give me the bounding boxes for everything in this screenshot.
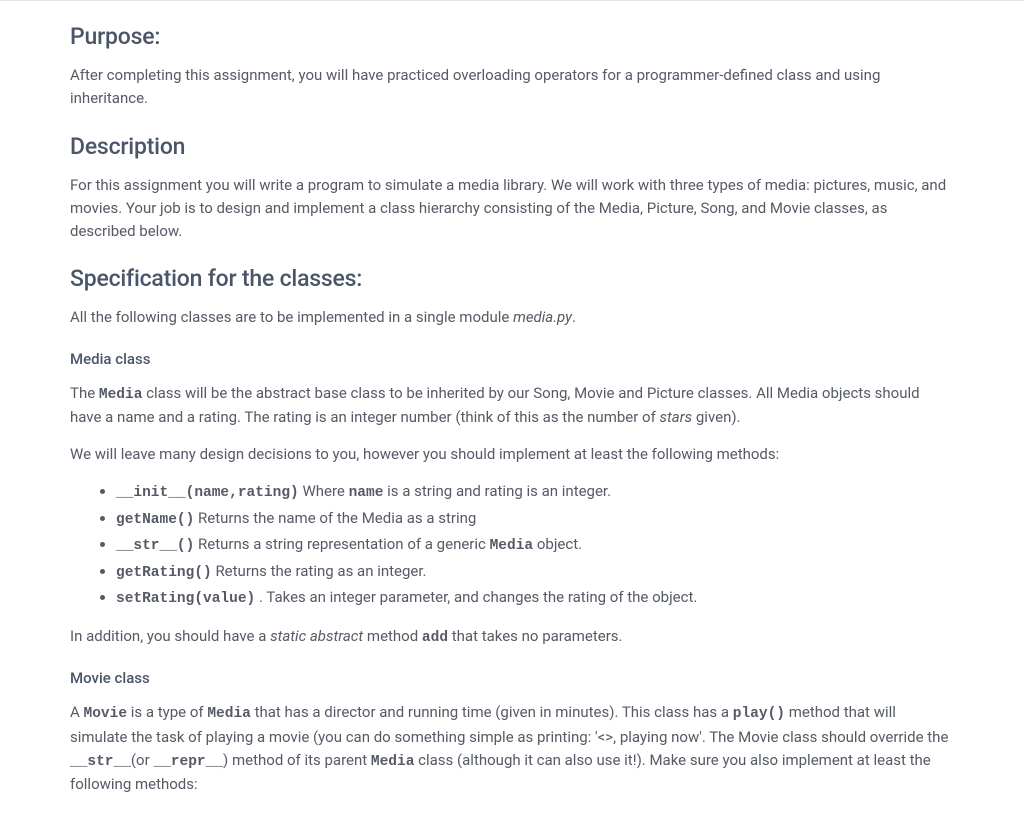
text: (or — [131, 751, 154, 769]
text: Returns a string representation of a gen… — [194, 535, 489, 553]
methods-list: __init__(name,rating) Where name is a st… — [70, 480, 954, 610]
code-param: name — [349, 485, 384, 501]
text: Returns the rating as an integer. — [212, 562, 427, 580]
text: is a string and rating is an integer. — [383, 482, 611, 500]
list-item: getName() Returns the name of the Media … — [116, 507, 954, 531]
em-stars: stars — [660, 408, 693, 426]
code-param: Media — [490, 538, 534, 554]
list-item: __str__() Returns a string representatio… — [116, 533, 954, 557]
text: given). — [692, 408, 740, 426]
heading-description: Description — [70, 133, 954, 160]
media-class-paragraph-3: In addition, you should have a static ab… — [70, 625, 954, 649]
list-item: __init__(name,rating) Where name is a st… — [116, 480, 954, 504]
document-page: Purpose: After completing this assignmen… — [0, 0, 1024, 831]
specification-paragraph: All the following classes are to be impl… — [70, 306, 954, 329]
heading-media-class: Media class — [70, 350, 954, 368]
text: object. — [533, 535, 582, 553]
heading-purpose: Purpose: — [70, 23, 954, 50]
text: that has a director and running time (gi… — [251, 703, 733, 721]
description-paragraph: For this assignment you will write a pro… — [70, 174, 954, 244]
list-item: getRating() Returns the rating as an int… — [116, 560, 954, 584]
text: that takes no parameters. — [448, 627, 622, 645]
media-class-paragraph-2: We will leave many design decisions to y… — [70, 443, 954, 466]
code-str: __str__ — [70, 754, 131, 770]
heading-movie-class: Movie class — [70, 669, 954, 687]
code-method: setRating(value) — [116, 591, 255, 607]
text: method — [363, 627, 422, 645]
code-media: Media — [371, 754, 415, 770]
text: Where — [299, 482, 349, 500]
em-static-abstract: static abstract — [270, 627, 363, 645]
media-class-paragraph-1: The Media class will be the abstract bas… — [70, 382, 954, 430]
text: All the following classes are to be impl… — [70, 308, 513, 326]
text: class will be the abstract base class to… — [70, 384, 920, 426]
code-method: getName() — [116, 512, 194, 528]
code-repr: __repr__ — [153, 754, 223, 770]
code-method: getRating() — [116, 565, 212, 581]
module-name: media.py — [513, 308, 572, 326]
text: ) method of its parent — [223, 751, 371, 769]
code-media: Media — [99, 387, 143, 403]
heading-specification: Specification for the classes: — [70, 265, 954, 292]
code-add: add — [422, 630, 448, 646]
text: . Takes an integer parameter, and change… — [255, 588, 697, 606]
code-play: play() — [733, 706, 785, 722]
code-method: __str__() — [116, 538, 194, 554]
code-movie: Movie — [84, 706, 128, 722]
code-method: __init__(name,rating) — [116, 485, 299, 501]
text: is a type of — [127, 703, 207, 721]
list-item: setRating(value) . Takes an integer para… — [116, 586, 954, 610]
text: A — [70, 703, 84, 721]
text: . — [572, 308, 576, 326]
movie-class-paragraph: A Movie is a type of Media that has a di… — [70, 701, 954, 796]
text: Returns the name of the Media as a strin… — [194, 509, 476, 527]
code-media: Media — [207, 706, 251, 722]
purpose-paragraph: After completing this assignment, you wi… — [70, 64, 954, 111]
text: The — [70, 384, 99, 402]
text: In addition, you should have a — [70, 627, 270, 645]
